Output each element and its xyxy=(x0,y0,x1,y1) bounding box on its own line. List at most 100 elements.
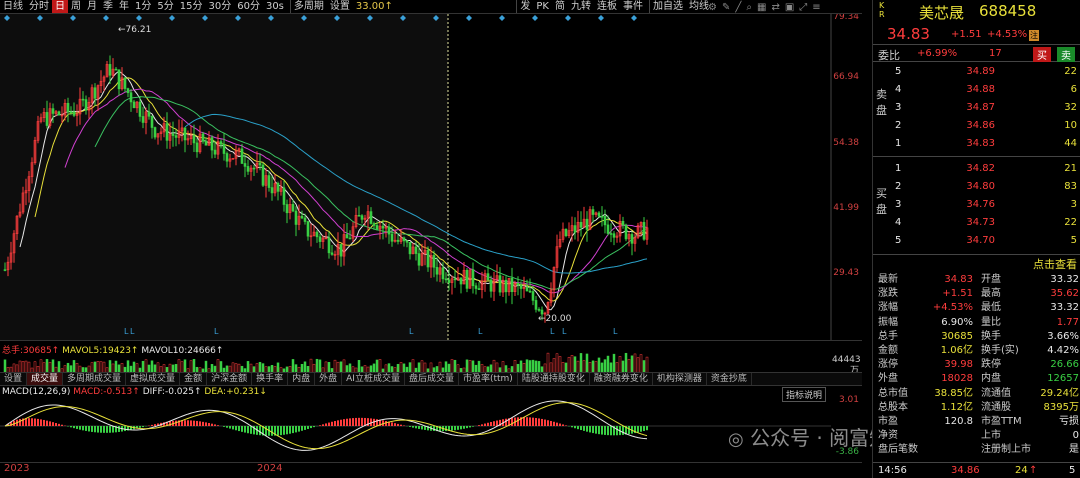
kline-chart[interactable]: LLLLLLLL 79.34 66.94 54.38 41.99 29.43 ←… xyxy=(0,14,862,340)
indicator-tab-turnover[interactable]: 换手率 xyxy=(252,373,289,385)
tool-jiuzhuan[interactable]: 九转 xyxy=(568,0,594,13)
macd-bar xyxy=(277,426,279,436)
expand-icon[interactable]: ⤢ xyxy=(799,2,807,13)
tool-fa[interactable]: 发 xyxy=(516,0,533,13)
macd-bar xyxy=(100,426,102,433)
tool-jian[interactable]: 简 xyxy=(552,0,568,13)
indicator-tab-volume[interactable]: 成交量 xyxy=(27,373,64,385)
indicator-tab-amount[interactable]: 金额 xyxy=(180,373,208,385)
period-tab-year[interactable]: 年 xyxy=(116,0,132,13)
ask-row-3[interactable]: 3 34.87 32 xyxy=(873,102,1080,120)
period-tab-1min[interactable]: 1分 xyxy=(132,0,154,13)
indicator-tab-after-hours[interactable]: 盘后成交量 xyxy=(405,373,459,385)
period-tab-quarter[interactable]: 季 xyxy=(100,0,116,13)
candle-body xyxy=(240,148,244,164)
high-price-label: ←76.21 xyxy=(118,25,152,35)
volume-pane[interactable]: 总手:30685↑ MAVOL5:19423↑ MAVOL10:24666↑ 4… xyxy=(0,340,862,372)
sell-button[interactable]: 卖 xyxy=(1057,47,1075,62)
settings-icon[interactable]: ⚙ xyxy=(708,2,717,13)
volume-bar xyxy=(624,352,628,372)
candle-body xyxy=(453,278,457,281)
macd-bar xyxy=(283,426,285,435)
volume-bar xyxy=(300,363,304,372)
layout-icon[interactable]: ▣ xyxy=(785,2,794,13)
tool-pk[interactable]: PK xyxy=(533,0,552,13)
multi-period-button[interactable]: 多周期 xyxy=(289,0,327,13)
bid-row-5[interactable]: 5 34.70 5 xyxy=(873,235,1080,253)
stat-value: 0 xyxy=(1072,430,1079,442)
period-tab-month[interactable]: 月 xyxy=(84,0,100,13)
bid-row-2[interactable]: 2 34.80 83 xyxy=(873,181,1080,199)
indicator-tab-pe-ttm[interactable]: 市盈率(ttm) xyxy=(459,373,518,385)
tool-lianban[interactable]: 连板 xyxy=(594,0,620,13)
volume-bar xyxy=(630,355,634,372)
candle-body xyxy=(69,111,73,114)
stat-key: 跌停 xyxy=(981,359,1001,371)
macd-bar xyxy=(79,426,81,430)
candle-body xyxy=(441,267,445,280)
period-tab-30s[interactable]: 30s xyxy=(263,0,287,13)
macd-bar xyxy=(76,426,78,429)
search-icon[interactable]: ⌕ xyxy=(746,2,752,13)
stat-value: +4.53% xyxy=(932,302,973,314)
macd-bar xyxy=(598,426,600,435)
period-tab-day[interactable]: 日 xyxy=(52,0,68,13)
selection-range-shade xyxy=(0,14,448,340)
settings-button[interactable]: 设置 xyxy=(327,0,353,13)
stat-row: 涨幅 +4.53% 最低 33.32 xyxy=(873,302,1080,313)
line-icon[interactable]: ╱ xyxy=(735,2,741,13)
indicator-tab-settings[interactable]: 设置 xyxy=(0,373,28,385)
menu-icon[interactable]: ≡ xyxy=(812,2,820,13)
indicator-tab-virtual-volume[interactable]: 虚拟成交量 xyxy=(126,373,181,385)
quote-header: KR 美芯晟 688458 xyxy=(873,0,1080,24)
indicator-tab-market-amount[interactable]: 沪深金额 xyxy=(207,373,253,385)
indicator-tab-ai-volume[interactable]: AI立桩成交量 xyxy=(342,373,405,385)
bid-row-3[interactable]: 3 34.76 3 xyxy=(873,199,1080,217)
ask-row-5[interactable]: 5 34.89 22 xyxy=(873,66,1080,84)
ask-row-1[interactable]: 1 34.83 44 xyxy=(873,138,1080,156)
compare-icon[interactable]: ⇄ xyxy=(771,2,779,13)
check-more-link[interactable]: 点击查看 xyxy=(1033,256,1077,272)
volume-bar xyxy=(93,361,97,372)
macd-bar xyxy=(349,418,351,426)
add-watchlist-button[interactable]: 加自选 xyxy=(649,0,686,13)
macd-bar xyxy=(190,420,192,426)
indicator-tab-connect-holdings[interactable]: 陆股通持股变化 xyxy=(518,373,590,385)
candle-body xyxy=(534,300,538,310)
indicator-tab-inner[interactable]: 内盘 xyxy=(288,373,316,385)
period-tab-daily-line[interactable]: 日线 xyxy=(0,0,26,13)
ask-row-2[interactable]: 2 34.86 10 xyxy=(873,120,1080,138)
period-tab-intraday[interactable]: 分时 xyxy=(26,0,52,13)
volume-bar xyxy=(387,363,391,372)
indicator-tab-multi-period-volume[interactable]: 多周期成交量 xyxy=(63,373,127,385)
tool-events[interactable]: 事件 xyxy=(620,0,646,13)
bid-level: 3 xyxy=(895,199,902,210)
indicator-tab-bottom-fund[interactable]: 资金抄底 xyxy=(707,373,752,385)
grid-icon[interactable]: ▦ xyxy=(757,2,766,13)
indicator-tab-institution[interactable]: 机构探测器 xyxy=(653,373,707,385)
candle-body xyxy=(408,241,412,255)
period-tab-15min[interactable]: 15分 xyxy=(177,0,206,13)
volume-bar xyxy=(561,362,565,372)
macd-bar xyxy=(52,422,54,426)
indicator-tab-margin[interactable]: 融资融券变化 xyxy=(590,373,653,385)
period-tab-5min[interactable]: 5分 xyxy=(154,0,176,13)
indicator-tab-outer[interactable]: 外盘 xyxy=(315,373,343,385)
pen-icon[interactable]: ✎ xyxy=(722,2,730,13)
volume-bar xyxy=(102,361,106,372)
buy-button[interactable]: 买 xyxy=(1033,47,1051,62)
volume-bar xyxy=(33,361,37,372)
stat-value: 4.42% xyxy=(1047,345,1079,356)
macd-bar xyxy=(217,425,219,426)
ask-volume: 44 xyxy=(1064,138,1077,149)
volume-bar xyxy=(51,359,55,372)
period-tab-week[interactable]: 周 xyxy=(68,0,84,13)
macd-bar xyxy=(433,426,435,431)
candle-body xyxy=(531,291,535,301)
period-tab-30min[interactable]: 30分 xyxy=(205,0,234,13)
stat-row: 净资 上市 0 xyxy=(873,430,1080,441)
period-tab-60min[interactable]: 60分 xyxy=(234,0,263,13)
bid-row-4[interactable]: 4 34.73 22 xyxy=(873,217,1080,235)
ask-row-4[interactable]: 4 34.88 6 xyxy=(873,84,1080,102)
bid-row-1[interactable]: 1 34.82 21 xyxy=(873,163,1080,181)
